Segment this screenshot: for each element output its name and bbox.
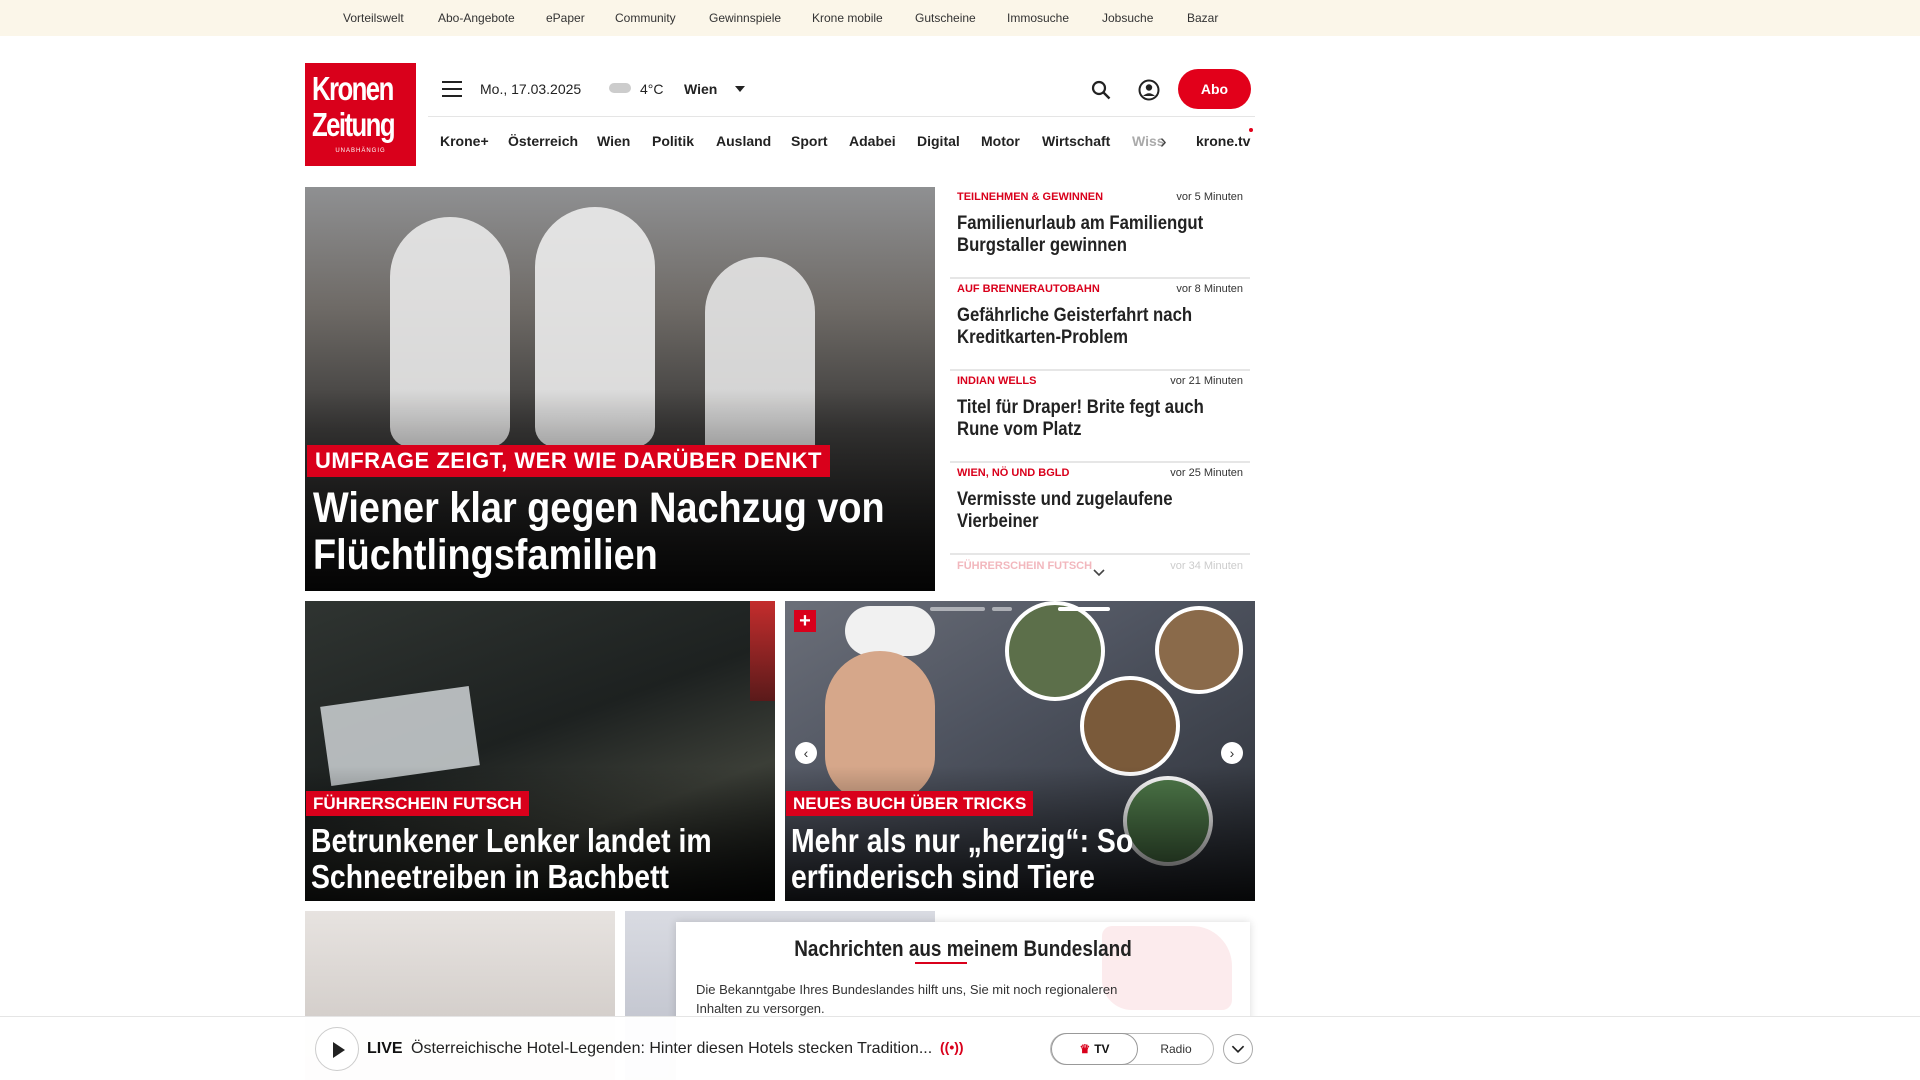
logo-tagline: UNABHÄNGIG: [335, 148, 386, 154]
nav-sport[interactable]: Sport: [791, 133, 828, 149]
user-icon[interactable]: [1138, 79, 1160, 101]
topnav-community[interactable]: Community: [615, 11, 676, 25]
feed-time: vor 25 Minuten: [1170, 467, 1243, 479]
popup-text: Die Bekanntgabe Ihres Bundeslandes hilft…: [696, 982, 1118, 1016]
topnav-abo-angebote[interactable]: Abo-Angebote: [438, 11, 515, 25]
broadcast-icon: ((•)): [940, 1039, 964, 1055]
tv-radio-toggle[interactable]: ♛ TV Radio: [1050, 1033, 1214, 1065]
hero-kicker: UMFRAGE ZEIGT, WER WIE DARÜBER DENKT: [307, 445, 830, 477]
weather-cloud-icon: [609, 83, 631, 93]
nav-digital[interactable]: Digital: [917, 133, 960, 149]
feed-category: AUF BRENNERAUTOBAHN: [957, 283, 1100, 295]
nav-adabei[interactable]: Adabei: [849, 133, 896, 149]
article-card-slider[interactable]: NEUES BUCH ÜBER TRICKS Mehr als nur „her…: [785, 601, 1255, 901]
logo-line-1: Kronen: [312, 70, 394, 107]
topnav-bazar[interactable]: Bazar: [1187, 11, 1218, 25]
topnav-epaper[interactable]: ePaper: [546, 11, 585, 25]
card-kicker: NEUES BUCH ÜBER TRICKS: [786, 791, 1034, 816]
nav-oesterreich[interactable]: Österreich: [508, 133, 578, 149]
topnav-jobsuche[interactable]: Jobsuche: [1102, 11, 1153, 25]
feed-time: vor 21 Minuten: [1170, 375, 1243, 387]
live-label: LIVE: [367, 1040, 403, 1057]
topnav-gewinnspiele[interactable]: Gewinnspiele: [709, 11, 781, 25]
feed-headline[interactable]: Familienurlaub am Familiengut Burgstalle…: [957, 213, 1230, 257]
feed-item[interactable]: TEILNEHMEN & GEWINNEN vor 5 Minuten Fami…: [950, 187, 1250, 279]
temperature: 4°C: [640, 81, 664, 97]
chevron-right-icon[interactable]: ›: [1160, 131, 1167, 154]
expand-player-button[interactable]: [1223, 1034, 1253, 1064]
feed-headline[interactable]: Gefährliche Geisterfahrt nach Kreditkart…: [957, 305, 1230, 349]
tv-option[interactable]: ♛ TV: [1051, 1033, 1138, 1065]
article-card[interactable]: FÜHRERSCHEIN FUTSCH Betrunkener Lenker l…: [305, 601, 775, 901]
slider-next-button[interactable]: ›: [1221, 742, 1243, 764]
feed-item[interactable]: INDIAN WELLS vor 21 Minuten Titel für Dr…: [950, 371, 1250, 463]
nav-krone-tv[interactable]: krone.tv: [1196, 133, 1250, 149]
notification-dot: [1249, 128, 1253, 132]
feed-category: FÜHRERSCHEIN FUTSCH: [957, 560, 1093, 572]
popup-title-underline: [915, 962, 967, 964]
play-icon: [333, 1042, 345, 1058]
crown-icon: ♛: [1079, 1042, 1091, 1056]
feed-headline[interactable]: Vermisste und zugelaufene Vierbeiner: [957, 489, 1230, 533]
topnav-krone-mobile[interactable]: Krone mobile: [812, 11, 883, 25]
nav-wirtschaft[interactable]: Wirtschaft: [1042, 133, 1110, 149]
popup-title: Nachrichten aus meinem Bundesland: [794, 936, 1132, 961]
tv-label: TV: [1094, 1042, 1110, 1056]
topnav-immosuche[interactable]: Immosuche: [1007, 11, 1069, 25]
hero-article[interactable]: UMFRAGE ZEIGT, WER WIE DARÜBER DENKT Wie…: [305, 187, 935, 591]
feed-category: WIEN, NÖ UND BGLD: [957, 467, 1070, 479]
chevron-down-icon[interactable]: [735, 86, 745, 92]
feed-time: vor 5 Minuten: [1176, 191, 1243, 203]
card-kicker: FÜHRERSCHEIN FUTSCH: [306, 791, 529, 816]
feed-category: TEILNEHMEN & GEWINNEN: [957, 191, 1104, 203]
feed-time: vor 8 Minuten: [1176, 283, 1243, 295]
kronen-zeitung-logo[interactable]: Kronen Zeitung UNABHÄNGIG: [305, 63, 416, 166]
topnav-vorteilswelt[interactable]: Vorteilswelt: [343, 11, 404, 25]
nav-ausland[interactable]: Ausland: [716, 133, 771, 149]
nav-politik[interactable]: Politik: [652, 133, 694, 149]
krone-plus-badge: +: [794, 610, 816, 632]
chevron-down-icon[interactable]: [1092, 566, 1106, 580]
location-select[interactable]: Wien: [684, 81, 717, 97]
play-button[interactable]: [315, 1027, 359, 1071]
feed-time: vor 34 Minuten: [1170, 560, 1243, 572]
slider-progress: [930, 607, 1110, 611]
current-date: Mo., 17.03.2025: [480, 81, 582, 97]
feed-item[interactable]: WIEN, NÖ UND BGLD vor 25 Minuten Vermiss…: [950, 463, 1250, 555]
slider-prev-button[interactable]: ‹: [795, 742, 817, 764]
nav-krone-plus[interactable]: Krone+: [440, 133, 489, 149]
card-title[interactable]: Mehr als nur „herzig“: So erfinderisch s…: [791, 823, 1238, 895]
hero-title[interactable]: Wiener klar gegen Nachzug von Flüchtling…: [313, 485, 929, 579]
logo-line-2: Zeitung: [312, 106, 396, 143]
feed-item[interactable]: AUF BRENNERAUTOBAHN vor 8 Minuten Gefähr…: [950, 279, 1250, 371]
nav-wien[interactable]: Wien: [597, 133, 630, 149]
radio-option[interactable]: Radio: [1151, 1034, 1201, 1064]
top-utility-bar: Vorteilswelt Abo-Angebote ePaper Communi…: [0, 0, 1920, 36]
abo-button[interactable]: Abo: [1178, 69, 1251, 109]
topnav-gutscheine[interactable]: Gutscheine: [915, 11, 976, 25]
feed-category: INDIAN WELLS: [957, 375, 1037, 387]
feed-headline[interactable]: Titel für Draper! Brite fegt auch Rune v…: [957, 397, 1230, 441]
nav-motor[interactable]: Motor: [981, 133, 1020, 149]
card-title[interactable]: Betrunkener Lenker landet im Schneetreib…: [311, 823, 758, 895]
header-divider: [428, 116, 1255, 117]
search-icon[interactable]: [1091, 80, 1111, 100]
menu-icon[interactable]: [442, 81, 462, 97]
live-program-title[interactable]: Österreichische Hotel-Legenden: Hinter d…: [411, 1040, 932, 1058]
